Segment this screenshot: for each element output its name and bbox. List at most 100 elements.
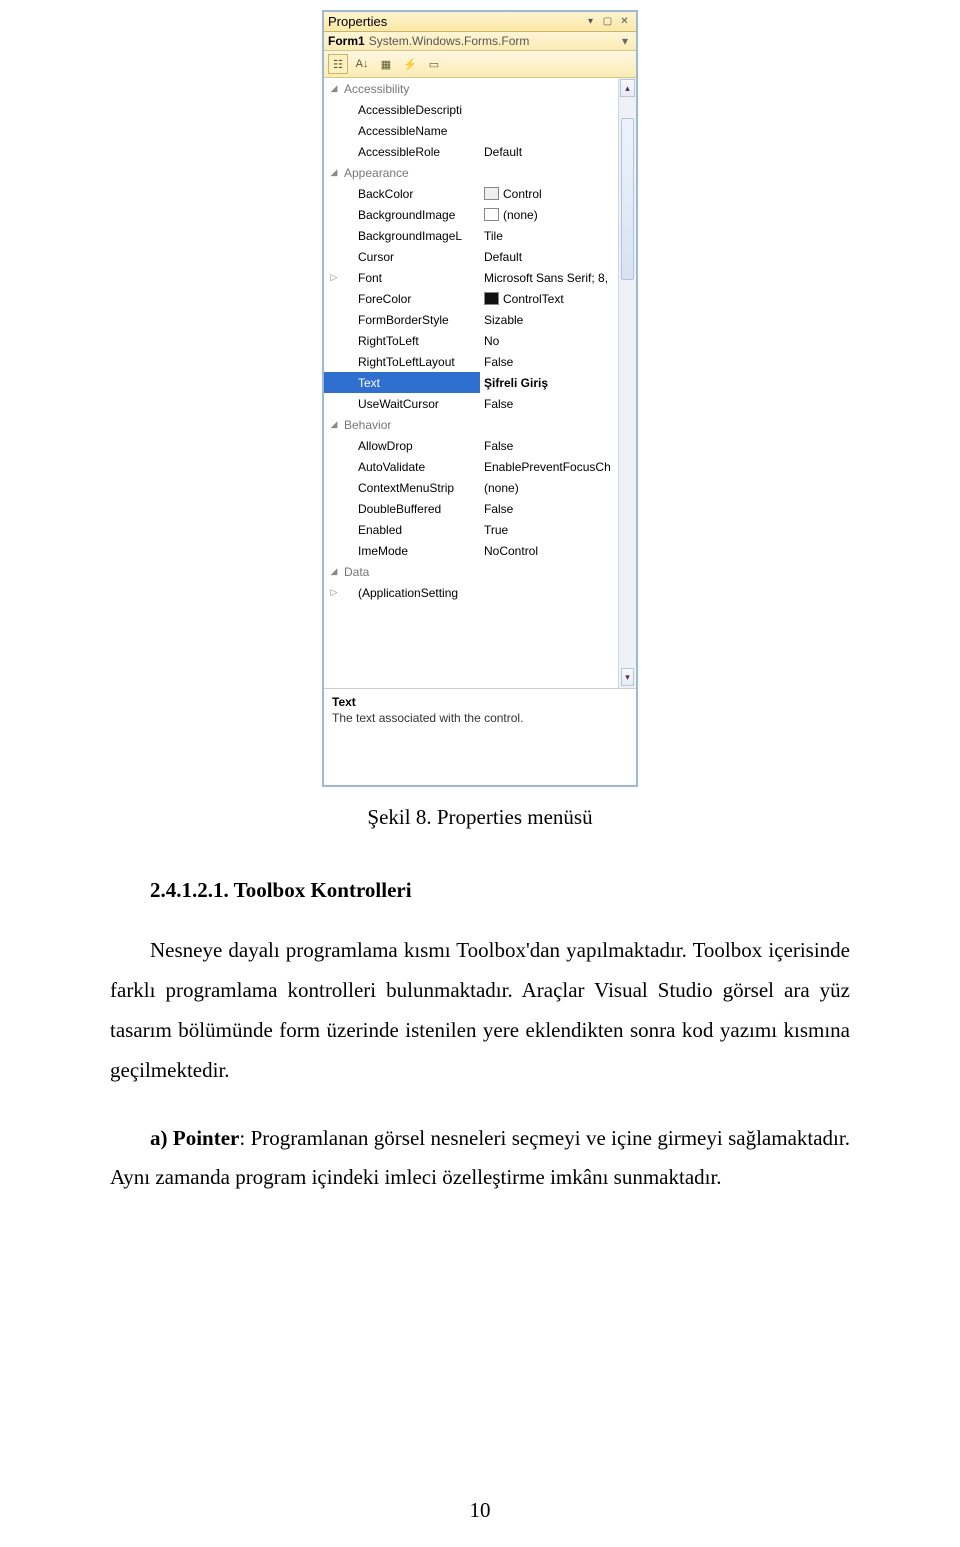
close-icon[interactable]: ✕ (617, 15, 632, 29)
property-label: Text (358, 376, 482, 390)
property-value[interactable]: Şifreli Giriş (480, 372, 618, 393)
description-panel: Text The text associated with the contro… (324, 688, 636, 755)
property-grid: ◢AccessibilityAccessibleDescriptiAccessi… (324, 78, 636, 688)
property-list: ◢AccessibilityAccessibleDescriptiAccessi… (324, 78, 618, 688)
property-value[interactable]: Default (482, 250, 618, 264)
panel-toolbar: ☷ A↓ ▦ ⚡ ▭ (324, 51, 636, 78)
dropdown-icon[interactable]: ▾ (583, 15, 598, 29)
category-label: Appearance (344, 166, 618, 180)
expand-icon[interactable]: ▷ (324, 272, 344, 283)
page-number: 10 (0, 1498, 960, 1523)
property-value[interactable]: False (482, 439, 618, 453)
sort-az-icon[interactable]: A↓ (352, 54, 372, 74)
panel-titlebar: Properties ▾ ▢ ✕ (324, 12, 636, 32)
panel-title: Properties (328, 14, 583, 29)
property-row[interactable]: ▷ (ApplicationSetting (324, 582, 618, 603)
property-label: AutoValidate (358, 460, 482, 474)
property-row[interactable]: EnabledTrue (324, 519, 618, 540)
property-row[interactable]: AccessibleName (324, 120, 618, 141)
property-label: RightToLeftLayout (358, 355, 482, 369)
property-value[interactable]: (none) (482, 208, 618, 222)
properties-panel: Properties ▾ ▢ ✕ Form1 System.Windows.Fo… (322, 10, 638, 787)
property-row[interactable]: ForeColorControlText (324, 288, 618, 309)
property-pages-icon[interactable]: ▭ (424, 54, 444, 74)
property-label: AccessibleRole (358, 145, 482, 159)
property-value[interactable]: ControlText (482, 292, 618, 306)
category-row[interactable]: ◢Data (324, 561, 618, 582)
expand-icon[interactable]: ▷ (324, 587, 344, 598)
categorize-icon[interactable]: ☷ (328, 54, 348, 74)
property-label: DoubleBuffered (358, 502, 482, 516)
scrollbar[interactable]: ▴ ▾ (618, 78, 636, 688)
object-type: System.Windows.Forms.Form (369, 34, 618, 48)
property-row[interactable]: ▷FontMicrosoft Sans Serif; 8, (324, 267, 618, 288)
paragraph-2: a) Pointer: Programlanan görsel nesneler… (110, 1119, 850, 1199)
property-value[interactable]: Default (482, 145, 618, 159)
property-row[interactable]: RightToLeftNo (324, 330, 618, 351)
chevron-down-icon[interactable]: ▾ (618, 34, 632, 48)
image-swatch (484, 208, 499, 221)
property-label: BackgroundImageL (358, 229, 482, 243)
property-label: UseWaitCursor (358, 397, 482, 411)
object-selector[interactable]: Form1 System.Windows.Forms.Form ▾ (324, 32, 636, 51)
property-row[interactable]: RightToLeftLayoutFalse (324, 351, 618, 372)
property-row[interactable]: AccessibleRoleDefault (324, 141, 618, 162)
category-row[interactable]: ◢Appearance (324, 162, 618, 183)
property-label: BackgroundImage (358, 208, 482, 222)
category-label: Behavior (344, 418, 618, 432)
property-label: Cursor (358, 250, 482, 264)
property-value[interactable]: EnablePreventFocusCh (482, 460, 618, 474)
property-value[interactable]: (none) (482, 481, 618, 495)
titlebar-controls: ▾ ▢ ✕ (583, 15, 632, 29)
property-label: AllowDrop (358, 439, 482, 453)
collapse-icon[interactable]: ◢ (324, 419, 344, 430)
property-row[interactable]: AutoValidateEnablePreventFocusCh (324, 456, 618, 477)
properties-page-icon[interactable]: ▦ (376, 54, 396, 74)
color-swatch (484, 187, 499, 200)
property-value[interactable]: False (482, 397, 618, 411)
scroll-up-icon[interactable]: ▴ (620, 79, 635, 97)
property-value[interactable]: Control (482, 187, 618, 201)
property-row[interactable]: DoubleBufferedFalse (324, 498, 618, 519)
color-swatch (484, 292, 499, 305)
property-row[interactable]: BackgroundImageLTile (324, 225, 618, 246)
property-label: RightToLeft (358, 334, 482, 348)
property-label: (ApplicationSetting (358, 586, 482, 600)
property-row[interactable]: ImeModeNoControl (324, 540, 618, 561)
property-row[interactable]: BackgroundImage(none) (324, 204, 618, 225)
property-value[interactable]: No (482, 334, 618, 348)
events-icon[interactable]: ⚡ (400, 54, 420, 74)
property-value[interactable]: Tile (482, 229, 618, 243)
property-label: ForeColor (358, 292, 482, 306)
property-row[interactable]: FormBorderStyleSizable (324, 309, 618, 330)
property-row[interactable]: UseWaitCursorFalse (324, 393, 618, 414)
property-row[interactable]: CursorDefault (324, 246, 618, 267)
category-label: Accessibility (344, 82, 618, 96)
scroll-thumb[interactable] (621, 118, 634, 280)
property-row[interactable]: BackColorControl (324, 183, 618, 204)
category-row[interactable]: ◢Behavior (324, 414, 618, 435)
property-label: AccessibleDescripti (358, 103, 482, 117)
property-value[interactable]: Microsoft Sans Serif; 8, (482, 271, 618, 285)
pointer-label: a) Pointer (150, 1126, 239, 1150)
property-value[interactable]: NoControl (482, 544, 618, 558)
collapse-icon[interactable]: ◢ (324, 566, 344, 577)
property-row[interactable]: AccessibleDescripti (324, 99, 618, 120)
property-label: Enabled (358, 523, 482, 537)
section-heading: 2.4.1.2.1. Toolbox Kontrolleri (110, 878, 850, 903)
category-row[interactable]: ◢Accessibility (324, 78, 618, 99)
property-value[interactable]: False (482, 502, 618, 516)
property-row[interactable]: ContextMenuStrip(none) (324, 477, 618, 498)
property-row[interactable]: TextŞifreli Giriş (324, 372, 618, 393)
property-label: FormBorderStyle (358, 313, 482, 327)
collapse-icon[interactable]: ◢ (324, 167, 344, 178)
pin-icon[interactable]: ▢ (600, 15, 615, 29)
collapse-icon[interactable]: ◢ (324, 83, 344, 94)
property-label: ContextMenuStrip (358, 481, 482, 495)
property-value[interactable]: Sizable (482, 313, 618, 327)
property-value[interactable]: False (482, 355, 618, 369)
scroll-down-icon[interactable]: ▾ (621, 668, 634, 686)
property-row[interactable]: AllowDropFalse (324, 435, 618, 456)
property-label: AccessibleName (358, 124, 482, 138)
property-value[interactable]: True (482, 523, 618, 537)
